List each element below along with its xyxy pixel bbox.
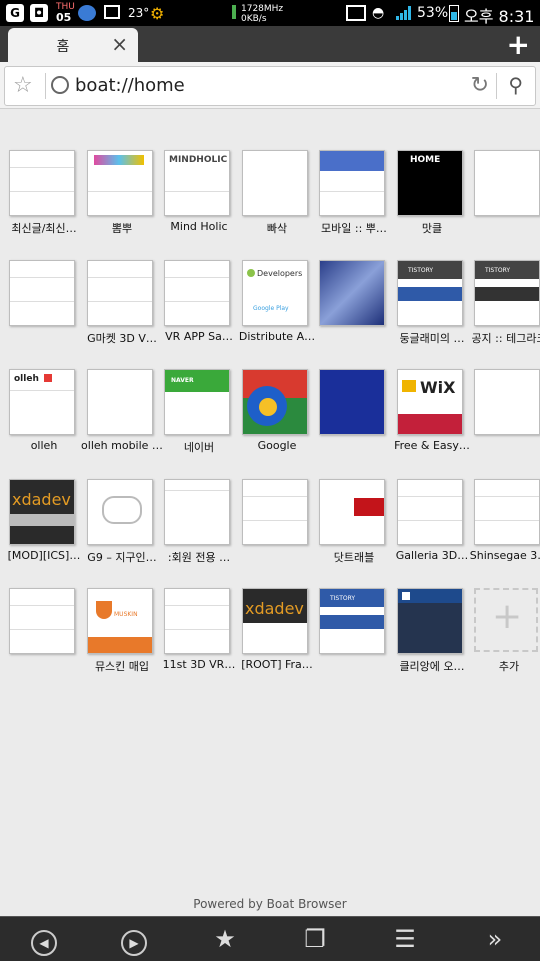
tile-thumbnail — [9, 260, 75, 326]
tile-label: 모바일 :: 뿌… — [321, 222, 387, 235]
tile-thumbnail: TISTORY — [397, 260, 463, 326]
tile-label: G마켓 3D V… — [87, 332, 157, 345]
tabs-icon[interactable]: ❐ — [295, 923, 335, 955]
tab-title: 홈 — [56, 39, 70, 55]
tile-label: Shinsegae 3… — [469, 549, 540, 562]
forward-icon[interactable]: ▶ — [114, 923, 154, 956]
tile-thumbnail — [87, 150, 153, 216]
tile-thumbnail — [242, 150, 308, 216]
tile-label: :회원 전용 … — [167, 551, 231, 564]
bottom-toolbar: ◀ ▶ ★ ❐ ☰ » — [0, 916, 540, 961]
bookmark-star-icon[interactable]: ★ — [205, 923, 245, 955]
clock: 오후 8:31 — [464, 7, 535, 26]
tile-thumbnail: xdadev — [242, 588, 308, 654]
tile-thumbnail: MINDHOLIC — [164, 150, 230, 216]
tile-thumbnail — [474, 369, 540, 435]
tile-label: 뽐뿌 — [111, 222, 133, 235]
tile-label: 공지 :: 테그라크 — [471, 332, 540, 345]
close-tab-icon[interactable]: × — [111, 32, 128, 56]
tile-thumbnail — [242, 479, 308, 545]
tile-label: Free & Easy… — [394, 439, 470, 452]
tile-label: 빠삭 — [266, 222, 288, 235]
tile-thumbnail: NAVER — [164, 369, 230, 435]
screen-share-icon — [346, 5, 366, 21]
tile-label: 네이버 — [183, 441, 215, 454]
net-speed: 0KB/s — [241, 14, 267, 24]
address-bar[interactable]: ☆ boat://home ↻ ⚲ — [4, 66, 536, 106]
add-bookmark-star-icon[interactable]: ☆ — [13, 73, 33, 98]
tile-thumbnail — [319, 479, 385, 545]
address-bar-area: ☆ boat://home ↻ ⚲ — [0, 62, 540, 109]
tile-label: 닷트래블 — [333, 551, 375, 564]
temperature: 23° — [128, 6, 150, 20]
tile-thumbnail: MUSKIN — [87, 588, 153, 654]
tile-label: [MOD][ICS]… — [7, 549, 81, 562]
url-text[interactable]: boat://home — [75, 75, 185, 96]
tile-label: Galleria 3D… — [395, 549, 469, 562]
cpu-freq: 1728MHz — [241, 4, 284, 14]
tile-label: 뮤스킨 매입 — [94, 660, 150, 673]
search-icon[interactable]: ⚲ — [508, 73, 523, 97]
tile-thumbnail: HOME — [397, 150, 463, 216]
app-lock-icon: ◘ — [30, 4, 48, 22]
powered-by-footer: Powered by Boat Browser — [193, 897, 347, 911]
tile-thumbnail — [319, 260, 385, 326]
tile-label: VR APP Sa… — [165, 330, 233, 343]
tile-thumbnail — [474, 150, 540, 216]
add-plus-icon[interactable]: + — [474, 588, 538, 652]
signal-icon — [396, 6, 412, 20]
tile-label: olleh mobile … — [81, 439, 163, 452]
tile-label: 추가 — [498, 660, 520, 673]
tile-label: 최신글/최신… — [11, 222, 77, 235]
tile-label: G9 – 지구인… — [87, 551, 157, 564]
tile-thumbnail — [87, 369, 153, 435]
battery-icon — [449, 5, 459, 22]
back-icon[interactable]: ◀ — [24, 923, 64, 956]
tile-label: Mind Holic — [170, 220, 228, 233]
tile-thumbnail — [164, 479, 230, 545]
tile-thumbnail: Developers Google Play — [242, 260, 308, 326]
tile-thumbnail: TISTORY — [319, 588, 385, 654]
tile-thumbnail: olleh — [9, 369, 75, 435]
tile-label: 둥글래미의 … — [399, 332, 465, 345]
tile-thumbnail: TISTORY — [474, 260, 540, 326]
tile-thumbnail — [164, 588, 230, 654]
tile-thumbnail — [397, 588, 463, 654]
tile-thumbnail: xdadev — [9, 479, 75, 545]
tile-thumbnail — [319, 369, 385, 435]
weather-icon — [78, 5, 96, 21]
tile-label: Distribute A… — [238, 330, 316, 343]
tile-thumbnail — [474, 479, 540, 545]
tile-thumbnail — [9, 150, 75, 216]
new-tab-plus-icon[interactable]: + — [507, 28, 530, 61]
tab-bar: 홈 × + — [0, 26, 540, 62]
tile-thumbnail — [319, 150, 385, 216]
gallery-icon — [104, 5, 120, 19]
settings-gear-icon: ⚙ — [150, 4, 165, 23]
battery-percent: 53% — [417, 5, 449, 21]
tab-home[interactable]: 홈 × — [8, 28, 138, 62]
tile-thumbnail: WiX — [397, 369, 463, 435]
tile-label: 맛클 — [421, 222, 443, 235]
tile-label: Google — [257, 439, 297, 452]
tile-thumbnail — [397, 479, 463, 545]
tile-thumbnail — [87, 479, 153, 545]
cpu-bar-icon — [232, 5, 236, 19]
tile-thumbnail — [164, 260, 230, 326]
tile-thumbnail — [242, 369, 308, 435]
globe-icon — [51, 76, 69, 94]
tile-thumbnail — [87, 260, 153, 326]
tile-thumbnail — [9, 588, 75, 654]
app-g-icon: G — [6, 4, 24, 22]
date-label: 05 — [56, 11, 72, 24]
tile-label: olleh — [30, 439, 58, 452]
tile-label: 11st 3D VR… — [162, 658, 236, 671]
tile-label: [ROOT] Fra… — [241, 658, 313, 671]
menu-icon[interactable]: ☰ — [385, 923, 425, 955]
more-icon[interactable]: » — [475, 923, 515, 955]
tile-label: 클리앙에 오… — [399, 660, 465, 673]
reload-icon[interactable]: ↻ — [471, 73, 489, 98]
wifi-icon: ◓ — [372, 5, 385, 21]
status-bar: G ◘ THU 05 23° ⚙ 1728MHz 0KB/s ◓ 53% 오후 … — [0, 0, 540, 26]
